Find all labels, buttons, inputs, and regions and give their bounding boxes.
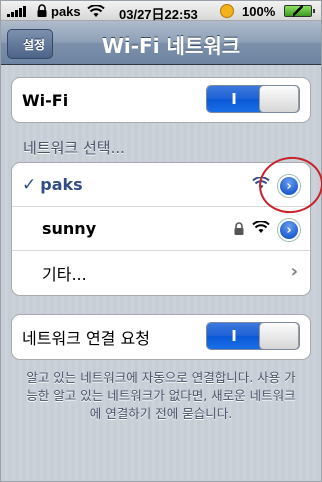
signal-bars-icon: [7, 6, 26, 17]
screen: paks 03/27日22:53 100% 설정 Wi-Fi 네트워크 Wi-F…: [0, 0, 322, 482]
ask-to-join-toggle[interactable]: I: [206, 322, 300, 350]
page-title: Wi-Fi 네트워크: [101, 34, 241, 58]
network-name: sunny: [42, 219, 97, 238]
smiley-icon: [220, 4, 234, 18]
battery-percent: 100%: [242, 4, 276, 19]
lock-icon: [37, 4, 47, 17]
status-bar: paks 03/27日22:53 100%: [1, 1, 321, 22]
other-network-row[interactable]: 기타... ›: [12, 251, 310, 295]
ask-to-join-label: 네트워크 연결 요청: [22, 329, 150, 348]
wifi-row: Wi-Fi I: [12, 78, 310, 122]
carrier-name: paks: [51, 4, 81, 19]
wifi-label: Wi-Fi: [22, 90, 69, 110]
wifi-toggle-on-label: I: [207, 86, 261, 112]
lock-icon: [234, 222, 244, 235]
wifi-icon: [87, 5, 105, 17]
wifi-toggle-group: Wi-Fi I: [11, 77, 311, 123]
network-name: paks: [40, 175, 83, 194]
ask-to-join-group: 네트워크 연결 요청 I: [11, 314, 311, 360]
ask-toggle-knob: [259, 323, 299, 349]
ask-to-join-description: 알고 있는 네트워크에 자동으로 연결합니다. 사용 가능한 알고 있는 네트워…: [26, 370, 296, 421]
ask-to-join-row: 네트워크 연결 요청 I: [12, 315, 310, 359]
network-row-sunny[interactable]: sunny ›: [12, 207, 310, 251]
chevron-right-icon: ›: [290, 261, 298, 282]
networks-section-header: 네트워크 선택...: [23, 139, 125, 157]
back-button[interactable]: 설정: [7, 29, 53, 59]
navigation-bar: 설정 Wi-Fi 네트워크: [1, 21, 321, 65]
detail-disclosure-icon[interactable]: ›: [278, 219, 300, 241]
wifi-toggle-knob: [259, 86, 299, 112]
wifi-toggle[interactable]: I: [206, 85, 300, 113]
ask-toggle-on-label: I: [207, 323, 261, 349]
battery-charging-icon: [284, 5, 315, 17]
other-network-label: 기타...: [42, 265, 87, 284]
checkmark-icon: ✓: [22, 174, 37, 195]
back-button-label: 설정: [22, 37, 46, 52]
wifi-signal-icon: [252, 221, 270, 233]
